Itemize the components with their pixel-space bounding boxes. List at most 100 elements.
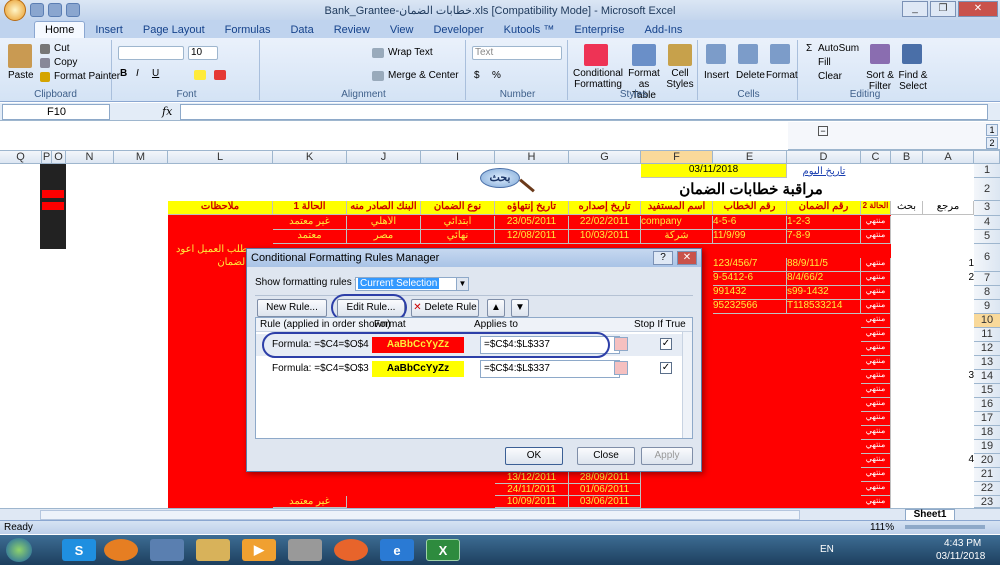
percent-button[interactable]: % [492, 70, 501, 81]
col-header-a[interactable]: A [923, 150, 974, 164]
col-header-j[interactable]: J [347, 150, 421, 164]
cell-a6[interactable]: 1 [923, 258, 974, 272]
row-header-21[interactable]: 21 [974, 468, 1000, 482]
cell-j5[interactable]: مصر [347, 230, 421, 244]
cut-button[interactable]: Cut [54, 43, 70, 54]
col-header-h[interactable]: H [495, 150, 569, 164]
cell-c11[interactable]: منتهي [861, 328, 891, 342]
col-header-c[interactable]: C [861, 150, 891, 164]
clock-date[interactable]: 03/11/2018 [936, 551, 985, 562]
cell-c17[interactable]: منتهي [861, 412, 891, 426]
row-header-1[interactable]: 1 [974, 164, 1000, 178]
clock-time[interactable]: 4:43 PM [944, 538, 981, 549]
office-button[interactable] [4, 0, 26, 21]
ok-button[interactable]: OK [505, 447, 563, 465]
cell-d8[interactable]: s99-1432 [787, 286, 861, 300]
cell-e7[interactable]: 9-5412-6 [713, 272, 787, 286]
cell-c10[interactable]: منتهي [861, 314, 891, 328]
cell-j4[interactable]: الأهلي [347, 216, 421, 230]
col-header-i[interactable]: I [421, 150, 495, 164]
app-icon[interactable] [104, 539, 138, 561]
currency-button[interactable]: $ [474, 70, 480, 81]
cell-c19[interactable]: منتهي [861, 440, 891, 454]
new-rule-button[interactable]: New Rule... [257, 299, 327, 317]
undo-icon[interactable] [48, 3, 62, 17]
header-ref[interactable]: مرجع [923, 201, 974, 215]
header-search[interactable]: بحث [891, 201, 923, 215]
cell-i4[interactable]: ابتدائي [421, 216, 495, 230]
cell-d9[interactable]: T118533214 [787, 300, 861, 314]
folder-icon[interactable] [196, 539, 230, 561]
cell-c18[interactable]: منتهي [861, 426, 891, 440]
cell-d7[interactable]: 8/4/66/2 [787, 272, 861, 286]
header-guarantee-no[interactable]: رقم الضمان [787, 201, 861, 215]
format-cells-button[interactable]: Format [766, 70, 798, 81]
cell-h21[interactable]: 13/12/2011 [495, 472, 569, 484]
row-header-19[interactable]: 19 [974, 440, 1000, 454]
col-header-m[interactable]: M [114, 150, 168, 164]
tab-enterprise[interactable]: Enterprise [564, 22, 634, 38]
row-header-16[interactable]: 16 [974, 398, 1000, 412]
zoom-slider[interactable] [905, 525, 985, 529]
cell-g22[interactable]: 01/06/2011 [569, 484, 641, 496]
tab-insert[interactable]: Insert [85, 22, 133, 38]
font-name-box[interactable] [118, 46, 184, 60]
row-header-3[interactable]: 3 [974, 201, 1000, 216]
row-header-17[interactable]: 17 [974, 412, 1000, 426]
cell-c16[interactable]: منتهي [861, 398, 891, 412]
row-header-2[interactable]: 2 [974, 178, 1000, 201]
row-header-15[interactable]: 15 [974, 384, 1000, 398]
insert-cells-button[interactable]: Insert [704, 70, 729, 81]
fill-color-icon[interactable] [194, 70, 206, 80]
header-notes[interactable]: ملاحظات [168, 201, 273, 215]
cell-l6-note-cont[interactable]: الضمان [168, 257, 248, 270]
range-picker-icon[interactable] [614, 337, 628, 351]
row-header-13[interactable]: 13 [974, 356, 1000, 370]
cell-h4[interactable]: 23/05/2011 [495, 216, 569, 230]
italic-button[interactable]: I [136, 68, 139, 79]
formula-input[interactable] [180, 104, 988, 120]
date-value-cell[interactable]: 03/11/2018 [641, 164, 787, 178]
fill-button[interactable]: Fill [818, 57, 831, 68]
header-status1[interactable]: الحالة 1 [273, 201, 347, 215]
cell-a20[interactable]: 4 [923, 454, 974, 468]
cell-k23[interactable]: غير معتمد [273, 496, 347, 508]
cell-d6[interactable]: 88/9/11/5 [787, 258, 861, 272]
cell-e9[interactable]: 95232566 [713, 300, 787, 314]
col-header-b[interactable]: B [891, 150, 923, 164]
horizontal-scrollbar[interactable] [40, 510, 800, 520]
tab-kutools[interactable]: Kutools ™ [494, 22, 565, 38]
tab-add-ins[interactable]: Add-Ins [635, 22, 693, 38]
cell-a7[interactable]: 2 [923, 272, 974, 286]
merge-center-button[interactable]: Merge & Center [388, 70, 459, 81]
font-color-icon[interactable] [214, 70, 226, 80]
col-header-l[interactable]: L [168, 150, 273, 164]
select-all-corner[interactable] [974, 150, 1000, 164]
internet-explorer-icon[interactable]: e [380, 539, 414, 561]
tab-home[interactable]: Home [34, 21, 86, 38]
tab-review[interactable]: Review [324, 22, 380, 38]
row-header-6[interactable]: 6 [974, 244, 1000, 272]
date-label-cell[interactable]: تاريخ اليوم [787, 166, 861, 178]
wrap-text-button[interactable]: Wrap Text [388, 47, 433, 58]
row-header-9[interactable]: 9 [974, 300, 1000, 314]
row-header-8[interactable]: 8 [974, 286, 1000, 300]
cell-d5[interactable]: 7-8-9 [787, 230, 861, 244]
header-issue-date[interactable]: تاريخ إصداره [569, 201, 641, 215]
bold-button[interactable]: B [120, 68, 127, 79]
cell-a14[interactable]: 3 [923, 370, 974, 384]
clear-button[interactable]: Clear [818, 71, 842, 82]
firefox-icon[interactable] [334, 539, 368, 561]
hardware-icon[interactable] [288, 539, 322, 561]
header-status2[interactable]: الحالة 2 [861, 201, 891, 215]
col-header-e[interactable]: E [713, 150, 787, 164]
font-size-box[interactable]: 10 [188, 46, 218, 60]
delete-rule-button[interactable]: ✕ Delete Rule [411, 299, 479, 317]
cell-c12[interactable]: منتهي [861, 342, 891, 356]
cell-h23[interactable]: 10/09/2011 [495, 496, 569, 508]
cell-c21[interactable]: منتهي [861, 468, 891, 482]
row-header-22[interactable]: 22 [974, 482, 1000, 496]
conditional-formatting-button[interactable]: Conditional Formatting [572, 68, 624, 90]
cell-c8[interactable]: منتهي [861, 286, 891, 300]
start-button[interactable] [6, 538, 32, 562]
